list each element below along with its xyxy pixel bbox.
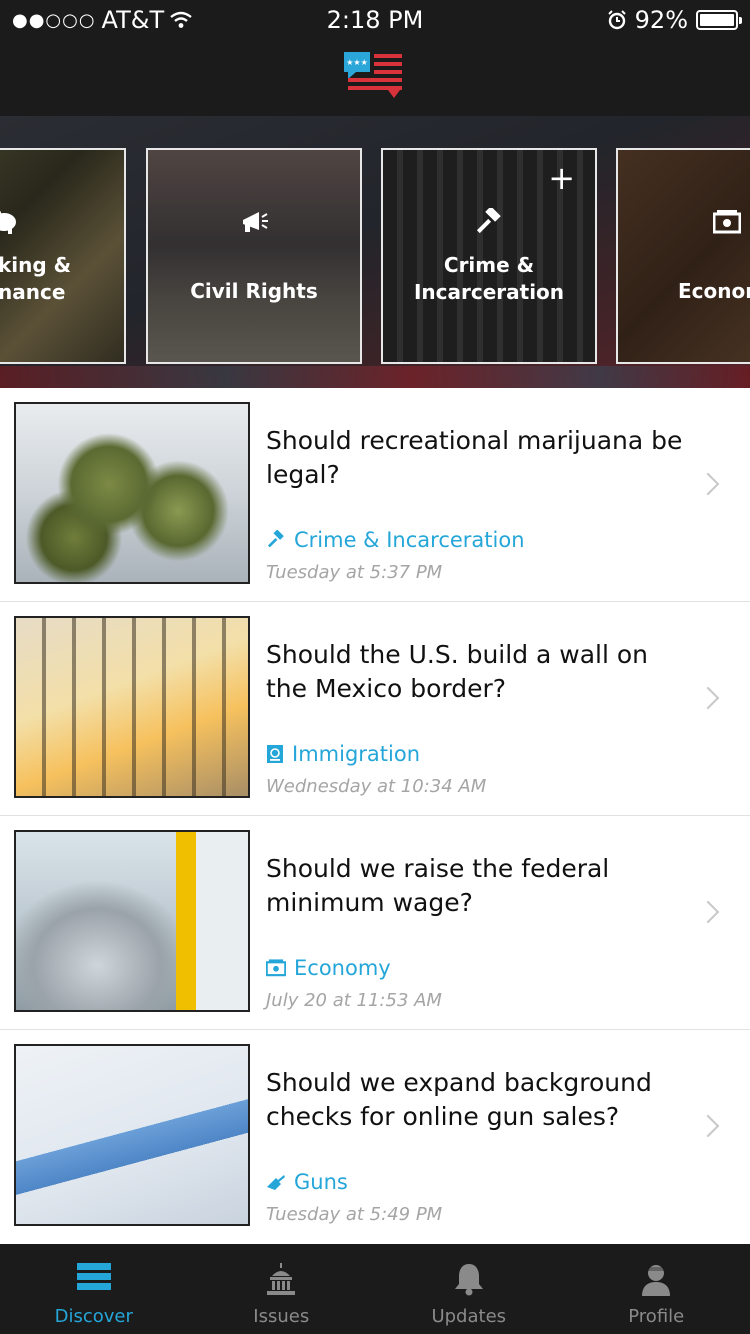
- category-label: Crime & Incarceration: [413, 253, 565, 304]
- question-title: Should the U.S. build a wall on the Mexi…: [266, 640, 649, 703]
- flag-speech-bubble-logo[interactable]: ★★★: [344, 52, 406, 100]
- category-card-civil-rights[interactable]: Civil Rights: [146, 148, 362, 364]
- topic-label: Economy: [294, 956, 391, 980]
- tab-label: Discover: [54, 1306, 133, 1327]
- gavel-icon: [267, 530, 284, 548]
- list-item[interactable]: Should we raise the federal minimum wage…: [0, 816, 750, 1030]
- topic-link[interactable]: Economy: [266, 956, 391, 980]
- topic-label: Immigration: [292, 742, 420, 766]
- question-feed: Should recreational marijuana be legal? …: [0, 388, 750, 1244]
- timestamp: Tuesday at 5:37 PM: [266, 562, 443, 583]
- topic-link[interactable]: Immigration: [266, 742, 420, 766]
- category-card-banking-finance[interactable]: king & nance: [0, 148, 126, 364]
- megaphone-icon: [148, 208, 360, 243]
- category-card-crime-incarceration[interactable]: + Crime & Incarceration: [381, 148, 597, 364]
- gavel-icon: [383, 206, 595, 243]
- list-item[interactable]: Should recreational marijuana be legal? …: [0, 388, 750, 602]
- timestamp: Tuesday at 5:49 PM: [266, 1204, 443, 1225]
- tab-profile[interactable]: Profile: [563, 1244, 750, 1334]
- svg-text:★★★: ★★★: [346, 58, 368, 67]
- battery-percent: 92%: [634, 6, 688, 34]
- question-thumbnail: [14, 616, 250, 798]
- chevron-right-icon[interactable]: [696, 1114, 720, 1138]
- topic-link[interactable]: Guns: [266, 1170, 348, 1194]
- chevron-right-icon[interactable]: [696, 686, 720, 710]
- list-item[interactable]: Should the U.S. build a wall on the Mexi…: [0, 602, 750, 816]
- tab-updates[interactable]: Updates: [375, 1244, 563, 1334]
- battery-icon: [696, 10, 742, 30]
- timestamp: Wednesday at 10:34 AM: [266, 776, 487, 797]
- tab-bar: Discover Issues Updates Profile: [0, 1244, 750, 1334]
- category-label: Civil Rights: [190, 279, 318, 303]
- question-thumbnail: [14, 402, 250, 584]
- list-item[interactable]: Should we expand background checks for o…: [0, 1030, 750, 1244]
- bell-icon: [454, 1264, 483, 1296]
- question-title: Should we raise the federal minimum wage…: [266, 854, 610, 917]
- topic-label: Crime & Incarceration: [294, 528, 525, 552]
- passport-icon: [267, 745, 283, 763]
- tab-label: Updates: [431, 1306, 507, 1327]
- category-card-economy[interactable]: Econom: [616, 148, 750, 364]
- category-label: king & nance: [0, 253, 72, 304]
- piggy-bank-icon: [0, 208, 20, 241]
- timestamp: July 20 at 11:53 AM: [266, 990, 442, 1011]
- tab-label: Issues: [253, 1306, 310, 1327]
- money-icon: [266, 959, 286, 977]
- gun-icon: [267, 1175, 285, 1190]
- status-bar: ●●○○○ AT&T 2:18 PM 92%: [0, 0, 750, 40]
- topic-link[interactable]: Crime & Incarceration: [266, 528, 525, 552]
- money-icon: [710, 208, 744, 241]
- topic-label: Guns: [294, 1170, 348, 1194]
- tab-issues[interactable]: Issues: [188, 1244, 376, 1334]
- follow-plus-icon[interactable]: +: [548, 162, 575, 194]
- alarm-icon: [607, 10, 626, 30]
- chevron-right-icon[interactable]: [696, 900, 720, 924]
- chevron-right-icon[interactable]: [696, 472, 720, 496]
- discover-icon: [76, 1263, 111, 1290]
- profile-icon: [642, 1265, 671, 1296]
- question-title: Should recreational marijuana be legal?: [266, 426, 683, 489]
- question-thumbnail: [14, 1044, 250, 1226]
- capitol-icon: [267, 1263, 296, 1295]
- question-thumbnail: [14, 830, 250, 1012]
- category-label: Econom: [678, 279, 750, 303]
- question-title: Should we expand background checks for o…: [266, 1068, 652, 1131]
- nav-bar: ★★★: [0, 40, 750, 116]
- tab-discover[interactable]: Discover: [0, 1244, 188, 1334]
- tab-label: Profile: [628, 1306, 685, 1327]
- category-carousel[interactable]: king & nance Civil Rights + Crime & Inca…: [0, 116, 750, 388]
